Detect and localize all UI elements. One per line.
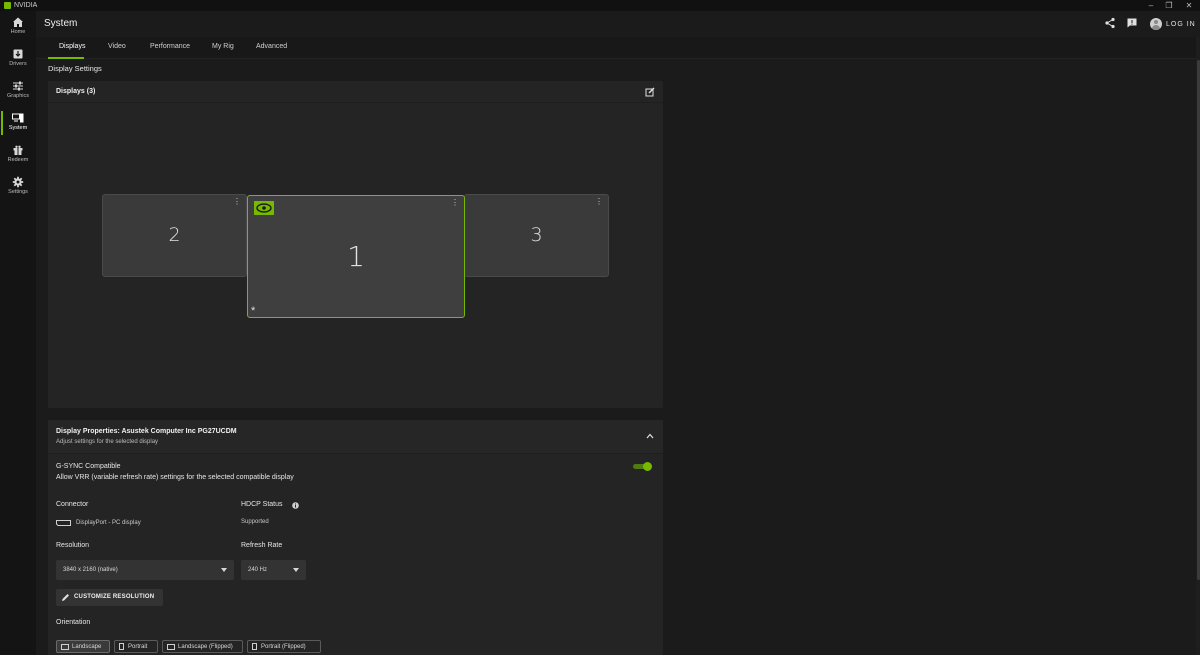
sliders-icon (13, 81, 23, 91)
nav-label-settings: Settings (8, 189, 28, 195)
avatar-icon (1150, 18, 1162, 30)
nav-item-redeem[interactable]: Redeem (0, 141, 36, 171)
login-button[interactable]: LOG IN (1150, 17, 1196, 31)
tab-displays[interactable]: Displays (59, 43, 85, 50)
portrait-flipped-icon (252, 643, 257, 650)
nav-label-drivers: Drivers (9, 61, 27, 67)
nav-label-home: Home (10, 29, 26, 35)
connector-value: DisplayPort - PC display (76, 520, 141, 526)
orientation-portrait-flipped-label: Portrait (Flipped) (261, 644, 306, 650)
left-nav: Home Drivers Graphics System Redeem Sett… (0, 11, 36, 655)
orientation-landscape-flipped-label: Landscape (Flipped) (178, 644, 233, 650)
login-label: LOG IN (1166, 20, 1196, 28)
nvidia-logo-icon (4, 2, 11, 9)
nav-label-system: System (8, 125, 28, 131)
gsync-label: G-SYNC Compatible (56, 463, 121, 470)
monitor-3[interactable]: ⋮ 3 (464, 194, 609, 277)
gear-icon (12, 176, 24, 188)
monitor-2[interactable]: ⋮ 2 (102, 194, 247, 277)
displays-card-title: Displays (3) (56, 88, 96, 95)
tab-my-rig[interactable]: My Rig (212, 43, 234, 50)
refresh-rate-label: Refresh Rate (241, 542, 283, 549)
nav-label-graphics: Graphics (6, 93, 29, 99)
properties-subtitle: Adjust settings for the selected display (56, 439, 159, 445)
share-icon[interactable] (1104, 17, 1116, 29)
pencil-icon (62, 594, 69, 601)
refresh-rate-value: 240 Hz (248, 567, 268, 573)
monitor-2-number: 2 (168, 224, 181, 246)
orientation-portrait-label: Portrait (128, 644, 148, 650)
nav-item-system[interactable]: System (0, 109, 36, 139)
tab-advanced[interactable]: Advanced (256, 43, 287, 50)
orientation-portrait-flipped[interactable]: Portrait (Flipped) (247, 640, 321, 653)
monitor-1[interactable]: ⋮ 1 * (247, 195, 465, 318)
displayport-icon (56, 520, 71, 526)
nvidia-eye-icon (254, 201, 274, 215)
landscape-icon (61, 644, 69, 650)
nav-item-home[interactable]: Home (0, 13, 36, 43)
displays-card-header: Displays (3) (48, 81, 663, 103)
resolution-label: Resolution (56, 542, 90, 549)
monitor-2-menu-icon[interactable]: ⋮ (233, 198, 241, 206)
nav-label-redeem: Redeem (7, 157, 29, 163)
orientation-landscape-flipped[interactable]: Landscape (Flipped) (162, 640, 243, 653)
edit-icon[interactable] (645, 87, 655, 97)
orientation-landscape-label: Landscape (72, 644, 102, 650)
home-icon (13, 17, 23, 27)
portrait-icon (119, 643, 124, 650)
properties-header[interactable]: Display Properties: Asustek Computer Inc… (48, 420, 663, 454)
nav-item-graphics[interactable]: Graphics (0, 77, 36, 107)
chevron-down-icon (293, 568, 299, 572)
display-properties-card: Display Properties: Asustek Computer Inc… (48, 420, 663, 655)
resolution-select[interactable]: 3840 x 2160 (native) (56, 560, 234, 580)
hdcp-label: HDCP Status (241, 501, 283, 508)
tab-video[interactable]: Video (108, 43, 126, 50)
system-icon (12, 113, 24, 123)
gift-icon (13, 145, 23, 155)
chevron-up-icon[interactable] (646, 433, 654, 439)
gsync-toggle[interactable] (633, 462, 652, 471)
drivers-icon (13, 49, 23, 59)
properties-title: Display Properties: Asustek Computer Inc… (56, 428, 237, 435)
info-icon[interactable] (292, 502, 299, 509)
customize-resolution-button[interactable]: CUSTOMIZE RESOLUTION (56, 589, 163, 606)
connector-label: Connector (56, 501, 89, 508)
monitor-3-number: 3 (530, 224, 543, 246)
minimize-button[interactable]: ‒ (1144, 0, 1158, 11)
section-title: Display Settings (48, 64, 102, 73)
restore-button[interactable]: ❐ (1162, 0, 1176, 11)
tab-performance[interactable]: Performance (150, 43, 190, 50)
page-header: System LOG IN (36, 11, 1200, 37)
primary-display-mark: * (251, 305, 256, 317)
close-button[interactable]: ✕ (1182, 0, 1196, 11)
tab-bar: Displays Video Performance My Rig Advanc… (36, 37, 1200, 59)
customize-resolution-label: CUSTOMIZE RESOLUTION (74, 594, 155, 600)
landscape-flipped-icon (167, 644, 175, 650)
gsync-description: Allow VRR (variable refresh rate) settin… (56, 474, 294, 481)
monitor-1-number: 1 (347, 240, 365, 273)
active-tab-indicator (48, 57, 84, 59)
page-title: System (44, 18, 78, 29)
monitor-3-menu-icon[interactable]: ⋮ (595, 198, 603, 206)
refresh-rate-select[interactable]: 240 Hz (241, 560, 306, 580)
orientation-landscape[interactable]: Landscape (56, 640, 110, 653)
resolution-value: 3840 x 2160 (native) (63, 567, 118, 573)
hdcp-value: Supported (241, 519, 269, 525)
app-title: NVIDIA (14, 2, 38, 9)
feedback-icon[interactable] (1126, 17, 1138, 29)
monitor-1-menu-icon[interactable]: ⋮ (451, 199, 459, 207)
chevron-down-icon (221, 568, 227, 572)
orientation-label: Orientation (56, 619, 91, 626)
orientation-portrait[interactable]: Portrait (114, 640, 158, 653)
nav-item-settings[interactable]: Settings (0, 173, 36, 203)
nav-item-drivers[interactable]: Drivers (0, 45, 36, 75)
window-titlebar: NVIDIA ‒ ❐ ✕ (0, 0, 1200, 11)
